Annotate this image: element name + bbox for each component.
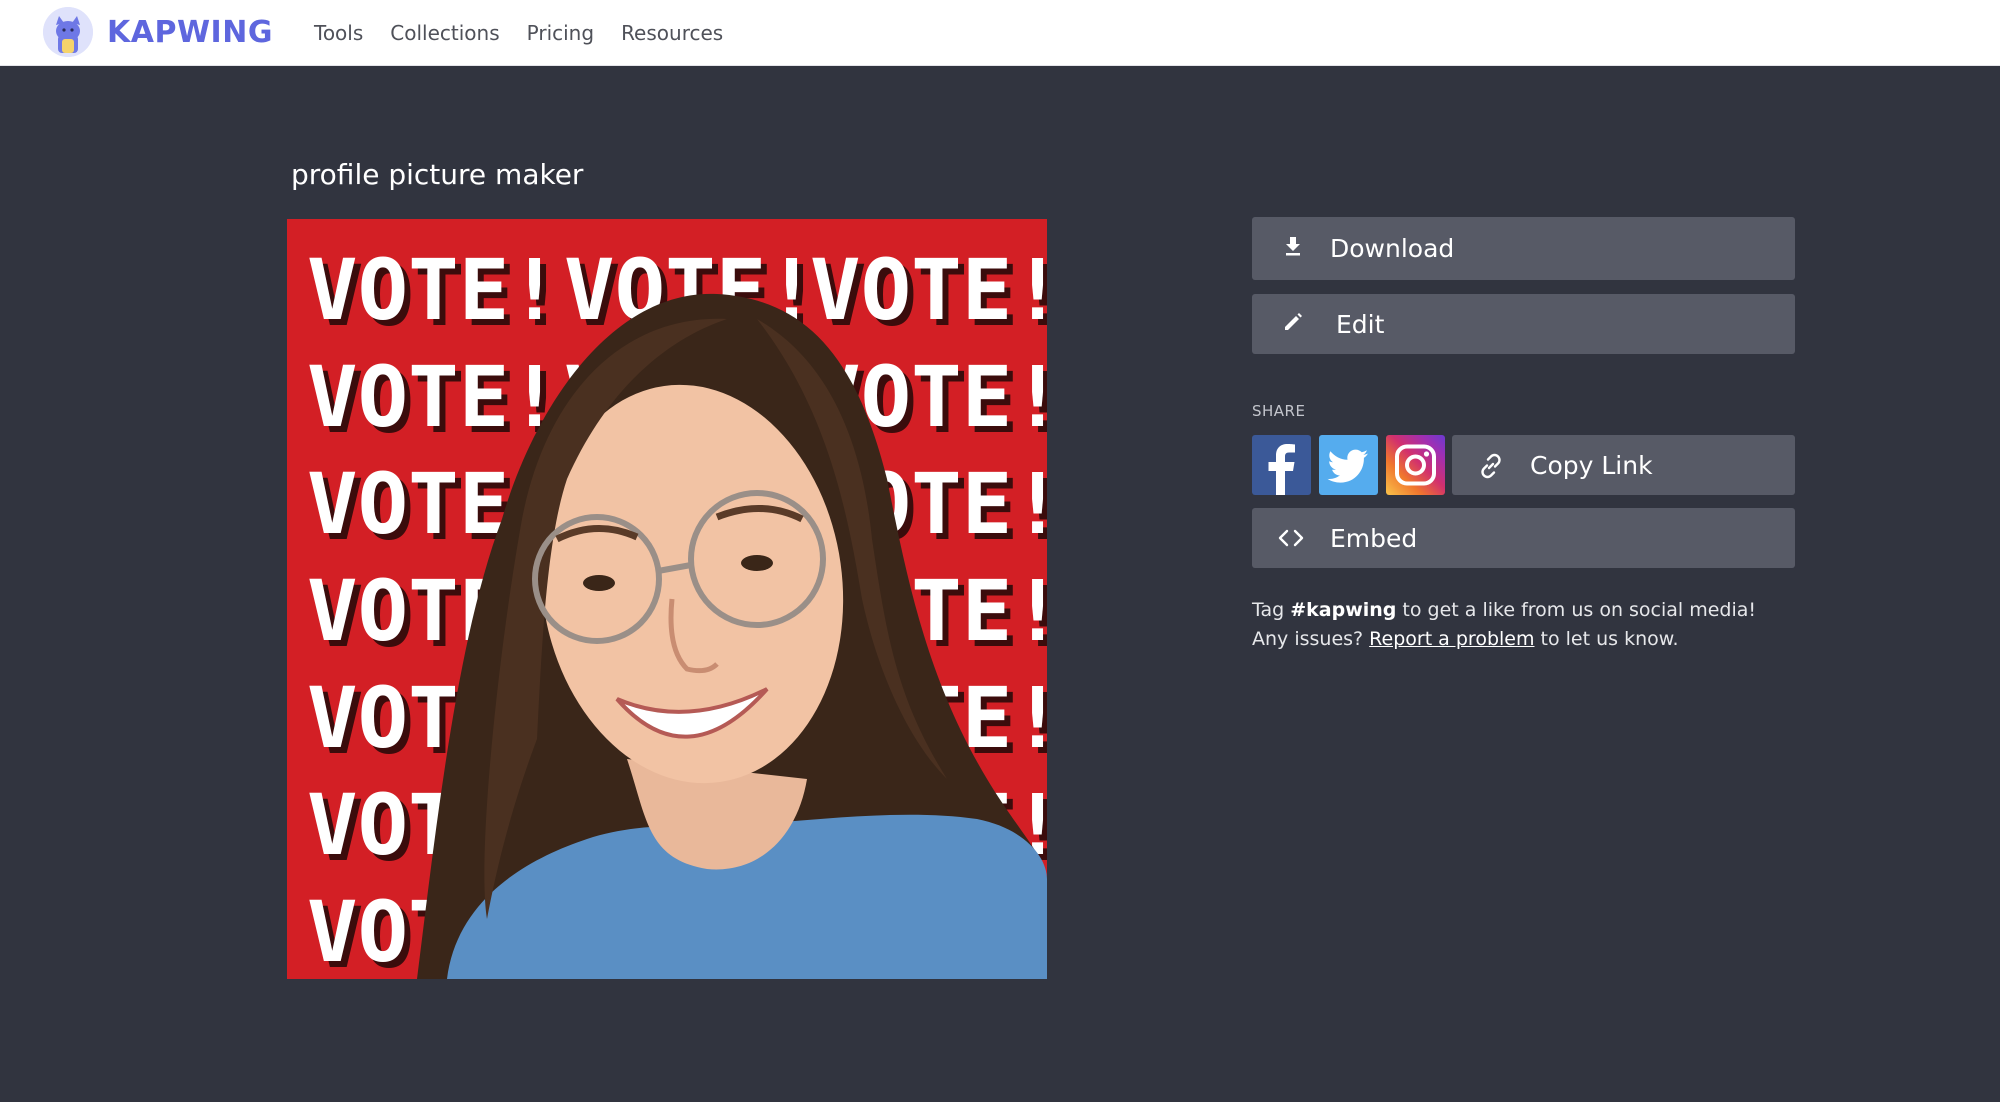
nav-pricing[interactable]: Pricing (527, 21, 594, 45)
page-title: profile picture maker (291, 158, 584, 191)
edit-button[interactable]: Edit (1252, 294, 1795, 354)
report-problem-link[interactable]: Report a problem (1369, 628, 1534, 650)
facebook-share-button[interactable] (1252, 435, 1311, 495)
embed-label: Embed (1330, 523, 1418, 553)
copy-link-button[interactable]: Copy Link (1452, 435, 1795, 495)
help-suffix: to let us know. (1534, 628, 1679, 650)
nav-resources[interactable]: Resources (621, 21, 723, 45)
instagram-share-button[interactable] (1386, 435, 1445, 495)
social-help-text: Tag #kapwing to get a like from us on so… (1252, 596, 1792, 654)
nav-tools[interactable]: Tools (314, 21, 363, 45)
link-icon (1481, 453, 1501, 479)
code-brackets-icon (1278, 529, 1304, 547)
copy-link-label: Copy Link (1530, 450, 1653, 480)
kapwing-cat-icon (43, 7, 93, 57)
embed-button[interactable]: Embed (1252, 508, 1795, 568)
twitter-icon (1327, 449, 1368, 483)
vote-word: VOTE! (307, 348, 560, 446)
download-button[interactable]: Download (1252, 217, 1795, 280)
main-nav: Tools Collections Pricing Resources (314, 0, 750, 66)
share-heading: SHARE (1252, 402, 1306, 420)
instagram-icon (1395, 444, 1436, 486)
kapwing-logo[interactable]: KAPWING (43, 7, 273, 57)
output-preview-image: VOTE! VOTE! VOTE! VOTE! VOTE! VOTE! VOTE! VOTE!… (287, 219, 1047, 979)
vote-word: VOTE! (307, 241, 560, 339)
preview-artwork: VOTE!VOTE! VOTE! VOTE!VOTE!VOTE!VOTE! VOTE!… (287, 219, 1047, 979)
vote-word: VOTE! (810, 241, 1047, 339)
kapwing-hashtag: #kapwing (1290, 599, 1397, 621)
pencil-icon (1285, 313, 1302, 330)
twitter-share-button[interactable] (1319, 435, 1378, 495)
download-icon (1286, 237, 1300, 256)
edit-label: Edit (1336, 309, 1385, 339)
top-navbar: KAPWING Tools Collections Pricing Resour… (0, 0, 2000, 66)
download-label: Download (1330, 234, 1455, 263)
logo-text: KAPWING (107, 14, 273, 50)
nav-collections[interactable]: Collections (390, 21, 499, 45)
facebook-icon (1268, 444, 1295, 495)
help-prefix: Tag (1252, 599, 1291, 621)
